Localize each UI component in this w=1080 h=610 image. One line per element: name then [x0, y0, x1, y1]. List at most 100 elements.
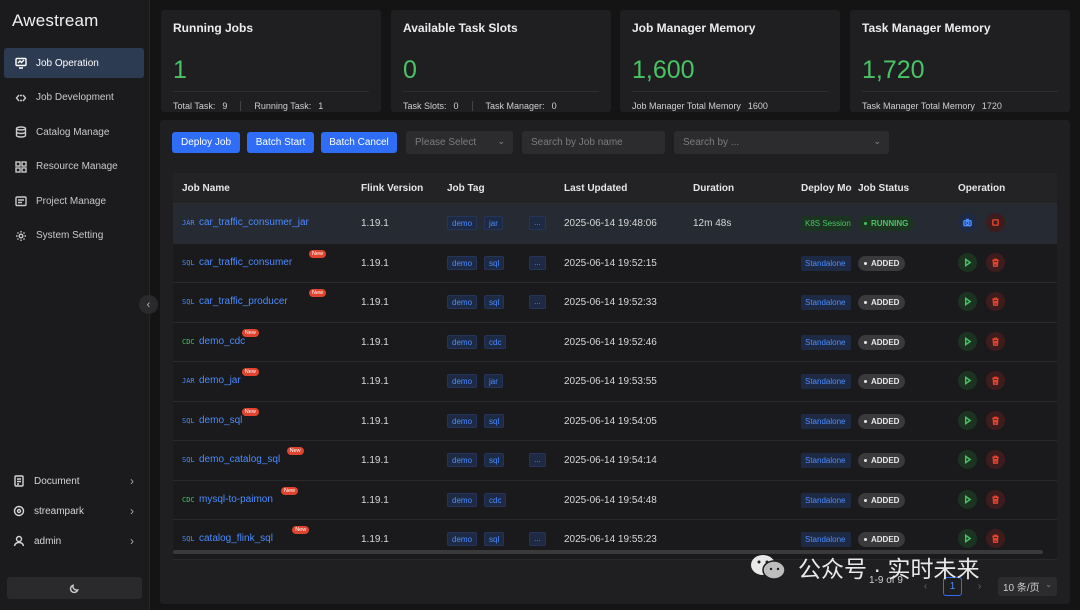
- watermark: 公众号 · 实时未来: [748, 550, 979, 584]
- deploy-mode-badge: Standalone: [801, 453, 851, 468]
- job-name-link[interactable]: catalog_flink_sql: [199, 533, 273, 544]
- job-type-label: SQL: [182, 456, 195, 464]
- job-status-text: ADDED: [871, 377, 900, 386]
- job-name-link[interactable]: car_traffic_producer: [199, 296, 288, 307]
- new-badge: New: [241, 407, 259, 416]
- more-tags-button[interactable]: ...: [529, 216, 546, 230]
- sidebar-item-job-development[interactable]: Job Development: [4, 83, 144, 113]
- theme-toggle-button[interactable]: [7, 577, 142, 599]
- chevron-down-icon: ⌄: [497, 136, 505, 146]
- sidebar-item-document[interactable]: Document ›: [4, 466, 144, 496]
- start-job-button[interactable]: [958, 252, 977, 272]
- delete-job-button[interactable]: [986, 450, 1005, 469]
- stat-label: Task Slots:: [403, 101, 447, 111]
- wechat-icon: [751, 555, 786, 580]
- delete-job-button[interactable]: [986, 529, 1005, 548]
- delete-job-button[interactable]: [986, 489, 1005, 509]
- sidebar: Awestream Job Operation Job Development …: [0, 0, 150, 610]
- column-header-deploy-mode[interactable]: Deploy Mo: [801, 183, 852, 194]
- column-header-job-name[interactable]: Job Name: [182, 183, 230, 194]
- job-status-badge: ADDED: [858, 413, 906, 429]
- stop-job-button[interactable]: [986, 213, 1005, 232]
- start-job-button[interactable]: [958, 450, 977, 469]
- column-header-flink-version[interactable]: Flink Version: [361, 183, 423, 194]
- flink-version: 1.19.1: [361, 297, 389, 308]
- more-tags-button[interactable]: ...: [529, 532, 546, 546]
- column-header-last-updated[interactable]: Last Updated: [564, 183, 627, 194]
- sidebar-item-job-operation[interactable]: Job Operation: [4, 48, 144, 78]
- stop-icon: [992, 219, 999, 226]
- column-header-duration[interactable]: Duration: [693, 183, 734, 194]
- job-type-label: CDC: [182, 337, 195, 346]
- start-job-button[interactable]: [958, 331, 977, 351]
- stat-card-running-jobs: Running Jobs 1 Total Task: 9 Running Tas…: [161, 10, 381, 112]
- column-header-job-status[interactable]: Job Status: [858, 183, 909, 194]
- stat-footer-value: 9: [222, 101, 228, 111]
- deploy-job-button[interactable]: Deploy Job: [172, 132, 240, 153]
- new-badge: New: [292, 526, 310, 534]
- start-job-button[interactable]: [958, 489, 977, 509]
- play-icon: [964, 257, 972, 267]
- start-job-button[interactable]: [958, 529, 977, 548]
- play-icon: [964, 336, 972, 346]
- last-updated: 2025-06-14 19:48:06: [564, 218, 657, 229]
- sidebar-collapse-button[interactable]: ‹: [139, 295, 158, 314]
- more-tags-button[interactable]: ...: [529, 255, 546, 270]
- chevron-right-icon: ›: [130, 534, 134, 548]
- sidebar-item-label: Resource Manage: [36, 161, 118, 172]
- start-job-button[interactable]: [958, 371, 977, 390]
- job-type-select[interactable]: Please Select ⌄: [406, 131, 513, 154]
- delete-job-button[interactable]: [986, 292, 1005, 311]
- job-type-label: SQL: [182, 535, 195, 543]
- sidebar-item-system-setting[interactable]: System Setting: [4, 221, 144, 251]
- job-tag: demo: [447, 374, 478, 388]
- page-size-select[interactable]: 10 条/页 ⌄: [998, 577, 1057, 596]
- job-name-link[interactable]: demo_catalog_sql: [199, 454, 280, 465]
- job-name-link[interactable]: car_traffic_consumer_jar: [199, 217, 309, 228]
- delete-job-button[interactable]: [986, 371, 1005, 390]
- trash-icon: [992, 495, 999, 504]
- stat-card-task-slots: Available Task Slots 0 Task Slots: 0 Tas…: [391, 10, 611, 112]
- deploy-mode-badge: Standalone: [801, 374, 851, 389]
- chevron-right-icon: ›: [130, 504, 134, 518]
- sidebar-item-resource-manage[interactable]: Resource Manage: [4, 152, 144, 182]
- select-placeholder: Search by ...: [683, 137, 740, 148]
- last-updated: 2025-06-14 19:54:05: [564, 415, 657, 427]
- flink-version: 1.19.1: [361, 336, 389, 348]
- job-name-link[interactable]: mysql-to-paimon: [199, 494, 273, 505]
- status-dot: [864, 222, 867, 226]
- start-job-button[interactable]: [958, 410, 977, 430]
- job-name-link[interactable]: demo_cdc: [199, 336, 245, 347]
- job-name-link[interactable]: car_traffic_consumer: [199, 257, 292, 268]
- search-by-select[interactable]: Search by ... ⌄: [674, 131, 889, 154]
- more-tags-button[interactable]: ...: [529, 295, 546, 309]
- savepoint-button[interactable]: [958, 213, 977, 232]
- sidebar-item-label: Project Manage: [36, 195, 107, 207]
- batch-start-button[interactable]: Batch Start: [247, 132, 314, 153]
- sidebar-item-catalog-manage[interactable]: Catalog Manage: [4, 117, 144, 147]
- flink-version: 1.19.1: [361, 218, 389, 229]
- stat-footer: Task Manager Total Memory 1720: [862, 101, 1002, 111]
- more-tags-button[interactable]: ...: [529, 453, 546, 467]
- search-job-name-input[interactable]: Search by Job name: [522, 131, 665, 154]
- start-job-button[interactable]: [958, 292, 977, 311]
- job-name-link[interactable]: demo_sql: [199, 415, 242, 426]
- sidebar-item-user[interactable]: admin ›: [4, 526, 144, 556]
- sidebar-item-team[interactable]: streampark ›: [4, 496, 144, 526]
- batch-cancel-button[interactable]: Batch Cancel: [321, 132, 397, 153]
- delete-job-button[interactable]: [986, 331, 1005, 351]
- divider: [173, 91, 369, 92]
- job-tag: sql: [484, 255, 505, 270]
- divider: [862, 91, 1058, 92]
- delete-job-button[interactable]: [986, 252, 1005, 272]
- new-badge: New: [241, 368, 259, 376]
- input-placeholder: Search by Job name: [531, 137, 623, 148]
- new-badge: New: [309, 249, 327, 258]
- last-updated: 2025-06-14 19:52:46: [564, 336, 657, 348]
- column-header-operation: Operation: [958, 183, 1006, 194]
- delete-job-button[interactable]: [986, 410, 1005, 430]
- column-header-job-tag[interactable]: Job Tag: [447, 183, 485, 194]
- job-type-label: SQL: [182, 258, 195, 267]
- sidebar-item-project-manage[interactable]: Project Manage: [4, 186, 144, 216]
- job-name-link[interactable]: demo_jar: [199, 375, 241, 386]
